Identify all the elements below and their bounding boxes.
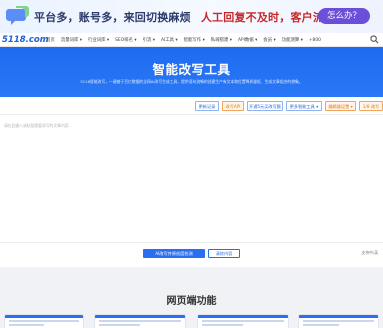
ad-cta-button[interactable]: 怎么办？ (318, 8, 370, 24)
editor-toolbar: 更新记录 改写API 开通5元买改写额 更多智能工具 ▾ 编辑器设置 ▾ 1/8… (0, 97, 383, 114)
more-tools-dropdown[interactable]: 更多智能工具 ▾ (286, 101, 322, 111)
nav-item-private-domain[interactable]: 私域搭建 ▾ (211, 37, 232, 43)
section-title: 网页端功能 (166, 296, 217, 307)
nav-item-membership[interactable]: 会员 ▾ (263, 37, 275, 43)
buy-quota-button[interactable]: 开通5元买改写额 (247, 101, 283, 111)
chat-bubble-icon (6, 6, 29, 25)
nav-item-seo-rank[interactable]: SEO排名 ▾ (115, 37, 136, 43)
ad-text-part2: 人工回复不及时，客户流失 (200, 11, 336, 24)
ai-rewrite-button[interactable]: AI改写并原创度检测 (143, 249, 205, 258)
feature-card[interactable] (197, 314, 289, 328)
hero-banner: 智能改写工具 5118智能改写，一键基于百亿数据的全网AI改写生成工具，提供语句… (0, 47, 383, 97)
nav-item-ai-tools[interactable]: AI工具 ▾ (161, 37, 178, 43)
site-logo[interactable]: 5118.com (2, 33, 49, 47)
language-support-label: 支持中/英 (361, 250, 378, 255)
rewrite-mode-toggle[interactable]: 1/8 改写 (359, 101, 383, 111)
ad-text: 平台多，账号多，来回切换麻烦 人工回复不及时，客户流失 (34, 9, 335, 25)
search-icon[interactable] (370, 35, 379, 44)
nav-item-industry-words[interactable]: 行业词库 ▾ (88, 37, 109, 43)
nav-item-feature-calc[interactable]: 功能测算 ▾ (282, 37, 303, 43)
ad-text-part1: 平台多，账号多，来回切换麻烦 (34, 11, 191, 24)
feature-card[interactable] (298, 314, 379, 328)
clear-content-button[interactable]: 清除内容 (208, 249, 240, 258)
top-navbar: 5118.com 首页 流量词库 ▾ 行业词库 ▾ SEO排名 ▾ 引流 ▾ A… (0, 33, 383, 47)
ad-banner[interactable]: 平台多，账号多，来回切换麻烦 人工回复不及时，客户流失 怎么办？ (0, 0, 383, 33)
action-bar: AI改写并原创度检测 清除内容 支持中/英 (0, 242, 383, 267)
nav-item-smart-writing[interactable]: 智能写作 ▾ (184, 37, 205, 43)
nav-item-traffic-words[interactable]: 流量词库 ▾ (61, 37, 82, 43)
editor-settings-dropdown[interactable]: 编辑器设置 ▾ (325, 101, 356, 111)
nav-item-traffic[interactable]: 引流 ▾ (143, 37, 155, 43)
update-log-button[interactable]: 更新记录 (195, 101, 219, 111)
text-editor[interactable]: 请在此输入或粘贴需要改写的文章内容... (0, 114, 383, 242)
nav-item-more[interactable]: +800 (309, 38, 321, 43)
rewrite-api-button[interactable]: 改写API (222, 101, 244, 111)
page-description: 5118智能改写，一键基于百亿数据的全网AI改写生成工具，提供语句流畅的创建生产… (80, 79, 303, 84)
feature-card[interactable] (94, 314, 186, 328)
nav-item-home[interactable]: 首页 (46, 37, 55, 43)
nav-menu: 首页 流量词库 ▾ 行业词库 ▾ SEO排名 ▾ 引流 ▾ AI工具 ▾ 智能写… (46, 33, 327, 47)
page-title: 智能改写工具 (152, 62, 231, 77)
feature-card[interactable] (4, 314, 84, 328)
nav-item-api[interactable]: API数据 ▾ (238, 37, 257, 43)
editor-placeholder: 请在此输入或粘贴需要改写的文章内容... (4, 123, 73, 128)
